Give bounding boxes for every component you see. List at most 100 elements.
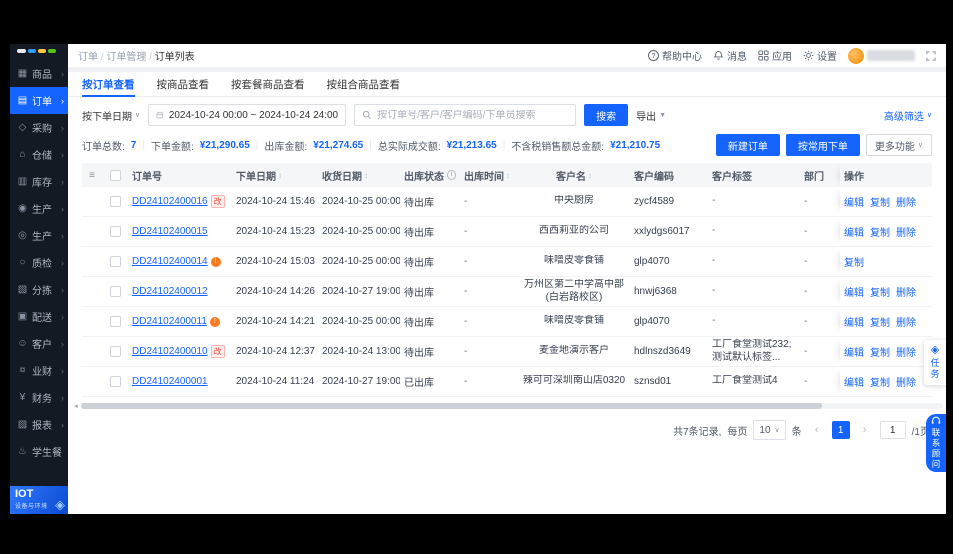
chevron-right-icon: › — [61, 338, 64, 349]
help-center-button[interactable]: ? 帮助中心 — [648, 48, 702, 63]
edit-link[interactable]: 编辑 — [844, 224, 864, 239]
outbound-time: - — [464, 196, 468, 207]
order-number-link[interactable]: DD24102400010 — [132, 346, 208, 357]
row-checkbox[interactable] — [109, 316, 121, 327]
sort-icon[interactable]: ↕ — [588, 171, 592, 180]
delete-link[interactable]: 删除 — [896, 314, 916, 329]
advanced-filter-toggle[interactable]: 高级筛选 ∨ — [884, 108, 932, 123]
order-number-link[interactable]: DD24102400012 — [132, 286, 208, 297]
copy-link[interactable]: 复制 — [870, 224, 890, 239]
order-number-link[interactable]: DD24102400011 — [132, 316, 207, 327]
apps-button[interactable]: 应用 — [758, 48, 792, 63]
sidebar-item-customers[interactable]: ☺ 客户 › — [10, 330, 68, 357]
page-jump-input[interactable] — [880, 422, 905, 438]
expand-all-icon[interactable]: ≡ — [89, 170, 95, 181]
order-number-link[interactable]: DD24102400015 — [132, 226, 208, 237]
delete-link[interactable]: 删除 — [896, 194, 916, 209]
column-delivery-date[interactable]: 收货日期 ↕ — [318, 168, 400, 183]
copy-link[interactable]: 复制 — [870, 344, 890, 359]
tab-by-product[interactable]: 按商品查看 — [157, 72, 210, 96]
delete-link[interactable]: 删除 — [896, 374, 916, 389]
order-number-link[interactable]: DD24102400016 — [132, 196, 208, 207]
tab-by-combo-product[interactable]: 按组合商品查看 — [327, 72, 401, 96]
breadcrumb-item[interactable]: 订单 — [78, 52, 98, 63]
column-order-no[interactable]: 订单号 — [128, 168, 232, 183]
summary-value: ¥21,274.65 — [313, 139, 364, 151]
search-input[interactable] — [377, 109, 569, 121]
row-checkbox[interactable] — [109, 376, 121, 387]
sidebar-item-orders[interactable]: ▤ 订单 › — [10, 87, 68, 114]
row-checkbox[interactable] — [109, 286, 121, 297]
delete-link[interactable]: 删除 — [896, 284, 916, 299]
breadcrumb-item[interactable]: 订单管理 — [98, 52, 146, 63]
sidebar-item-production-1[interactable]: ◉ 生产 › — [10, 195, 68, 222]
tab-by-order[interactable]: 按订单查看 — [82, 72, 135, 97]
copy-link[interactable]: 复制 — [870, 314, 890, 329]
export-dropdown[interactable]: 导出 ▼ — [636, 108, 666, 123]
sidebar-item-business-finance[interactable]: ¤ 业财 › — [10, 357, 68, 384]
copy-link[interactable]: 复制 — [870, 194, 890, 209]
column-customer-code[interactable]: 客户编码 — [630, 168, 708, 183]
edit-link[interactable]: 编辑 — [844, 194, 864, 209]
sort-icon[interactable]: ↕ — [278, 171, 282, 180]
tab-by-package-product[interactable]: 按套餐商品查看 — [231, 72, 305, 96]
more-functions-button[interactable]: 更多功能 ∨ — [865, 134, 932, 156]
prev-page-button[interactable]: ‹ — [808, 421, 826, 439]
delete-link[interactable]: 删除 — [896, 344, 916, 359]
scrollbar-thumb[interactable] — [81, 403, 823, 409]
delete-link[interactable]: 删除 — [896, 224, 916, 239]
row-checkbox[interactable] — [109, 196, 121, 207]
copy-link[interactable]: 复制 — [844, 254, 864, 269]
template-order-button[interactable]: 按常用下单 — [785, 134, 860, 156]
column-customer-name[interactable]: 客户名 ↕ — [518, 168, 630, 183]
edit-link[interactable]: 编辑 — [844, 284, 864, 299]
order-number-link[interactable]: DD24102400014 — [132, 256, 208, 267]
sidebar-item-sorting[interactable]: ▧ 分拣 › — [10, 276, 68, 303]
column-department[interactable]: 部门 — [800, 168, 840, 183]
iot-footer[interactable]: IOT 设备与环境 ◈ — [10, 486, 68, 514]
tasks-widget[interactable]: ◈ 任务 — [924, 340, 946, 385]
sidebar-item-inventory[interactable]: ▥ 库存 › — [10, 168, 68, 195]
column-outbound-status[interactable]: 出库状态 i — [400, 168, 460, 183]
column-order-date[interactable]: 下单日期 ↕ — [232, 168, 318, 183]
sort-icon[interactable]: ↕ — [364, 171, 368, 180]
sidebar-item-reports[interactable]: ▨ 报表 › — [10, 411, 68, 438]
next-page-button[interactable]: › — [856, 421, 874, 439]
sidebar-item-purchasing[interactable]: ◇ 采购 › — [10, 114, 68, 141]
sidebar-item-production-2[interactable]: ◎ 生产 › — [10, 222, 68, 249]
edit-link[interactable]: 编辑 — [844, 344, 864, 359]
info-icon[interactable]: i — [447, 170, 456, 180]
per-page-select[interactable]: 10 ∨ — [753, 420, 786, 440]
sidebar-item-quality[interactable]: ○ 质检 › — [10, 249, 68, 276]
copy-link[interactable]: 复制 — [870, 284, 890, 299]
sidebar-item-products[interactable]: ▦ 商品 › — [10, 60, 68, 87]
sidebar-item-delivery[interactable]: ▣ 配送 › — [10, 303, 68, 330]
row-checkbox[interactable] — [109, 226, 121, 237]
sort-icon[interactable]: ↕ — [506, 171, 510, 180]
settings-button[interactable]: 设置 — [803, 48, 837, 63]
sidebar-item-warehouse[interactable]: ⌂ 仓储 › — [10, 141, 68, 168]
contact-advisor-widget[interactable]: 联系顾问 — [926, 414, 946, 472]
current-page-button[interactable]: 1 — [831, 421, 850, 439]
column-customer-tags[interactable]: 客户标签 — [708, 168, 800, 183]
order-number-link[interactable]: DD24102400001 — [132, 376, 208, 387]
messages-button[interactable]: 消息 — [713, 48, 747, 63]
sidebar-item-finance[interactable]: ¥ 财务 › — [10, 384, 68, 411]
date-type-dropdown[interactable]: 按下单日期 ∨ — [82, 108, 140, 123]
row-checkbox[interactable] — [109, 346, 121, 357]
scrollbar-track[interactable] — [81, 403, 943, 409]
search-button[interactable]: 搜索 — [584, 104, 629, 126]
column-outbound-time[interactable]: 出库时间 ↕ — [460, 168, 518, 183]
edit-link[interactable]: 编辑 — [844, 374, 864, 389]
row-checkbox[interactable] — [109, 256, 121, 267]
select-all-checkbox[interactable] — [109, 169, 121, 181]
help-icon: ? — [648, 50, 659, 61]
copy-link[interactable]: 复制 — [870, 374, 890, 389]
sidebar-item-student-meals[interactable]: ♨ 学生餐 — [10, 438, 68, 465]
date-range-picker[interactable]: 2024-10-24 00:00 ~ 2024-10-24 24:00 — [148, 104, 347, 126]
user-account[interactable] — [848, 47, 915, 64]
new-order-button[interactable]: 新建订单 — [715, 134, 780, 156]
scroll-left-arrow-icon[interactable]: ◂ — [71, 402, 81, 410]
edit-link[interactable]: 编辑 — [844, 314, 864, 329]
fullscreen-icon[interactable] — [926, 50, 936, 61]
